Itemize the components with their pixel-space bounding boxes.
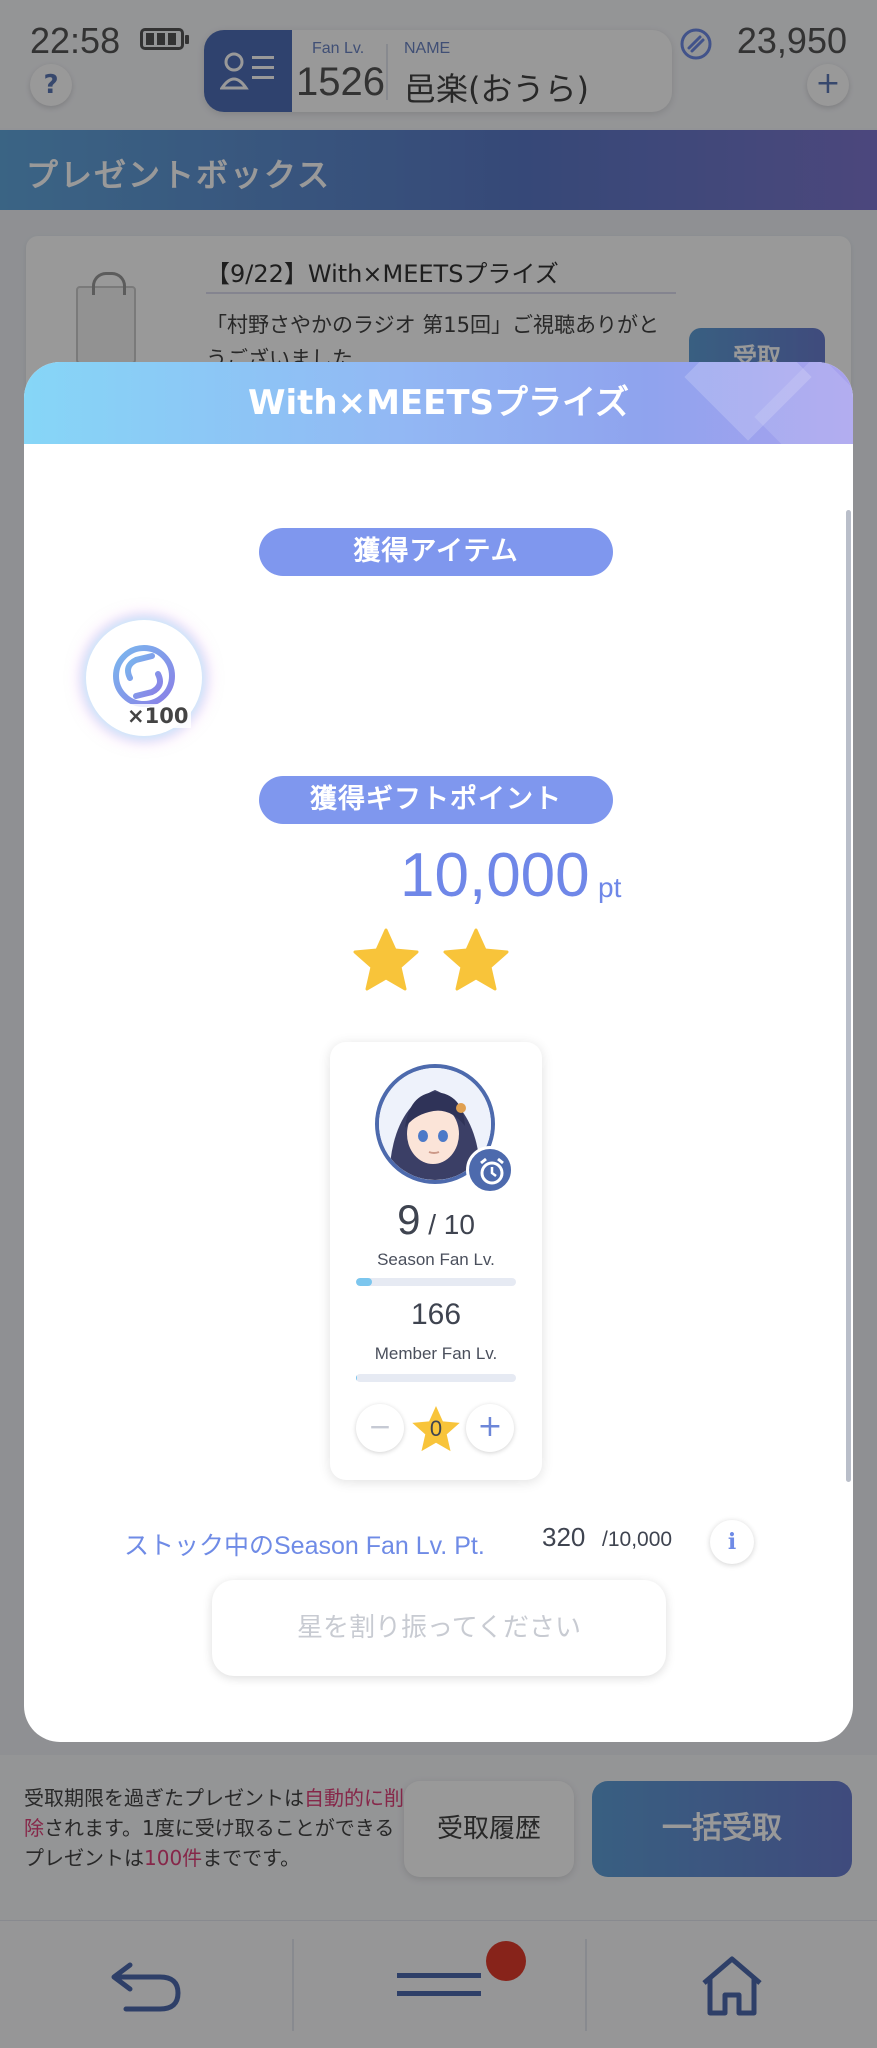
season-progress-fill <box>356 1278 372 1286</box>
season-fan-level: 9 / 10 <box>330 1196 542 1244</box>
season-level-max: 10 <box>443 1209 475 1240</box>
stock-points-value: 320 <box>542 1522 586 1552</box>
member-card: 9 / 10 Season Fan Lv. 166 Member Fan Lv.… <box>330 1042 542 1480</box>
reward-quantity: ×100 <box>124 704 192 728</box>
coin-icon <box>113 645 175 707</box>
gift-points-unit: pt <box>598 872 622 903</box>
member-progress-fill <box>356 1374 357 1382</box>
modal-scrollbar[interactable] <box>846 510 851 1482</box>
modal-header: With×MEETSプライズ <box>24 362 853 444</box>
decrease-star-button[interactable]: − <box>356 1404 404 1452</box>
gift-points-value: 10,000 <box>400 841 590 910</box>
season-level-current: 9 <box>397 1196 421 1243</box>
modal-title: With×MEETSプライズ <box>247 383 630 423</box>
star-icon <box>443 928 509 991</box>
stock-points-max: /10,000 <box>602 1528 673 1551</box>
info-button[interactable]: i <box>710 1520 754 1564</box>
stock-points-label: ストック中のSeason Fan Lv. Pt. <box>124 1532 485 1560</box>
member-fan-level-label: Member Fan Lv. <box>374 1344 498 1363</box>
season-level-separator: / <box>420 1209 444 1240</box>
assigned-star-count: 0 <box>410 1404 462 1454</box>
acquired-items-label: 獲得アイテム <box>259 528 613 576</box>
season-fan-level-label: Season Fan Lv. <box>377 1250 495 1269</box>
season-progress-bar <box>356 1278 516 1286</box>
assigned-star-value: 0 <box>429 1416 443 1441</box>
assign-stars-button[interactable]: 星を割り振ってください <box>212 1580 666 1676</box>
prize-modal: With×MEETSプライズ 獲得アイテム ×100 獲得ギフトポイント 10,… <box>24 362 853 1742</box>
gift-points-label: 獲得ギフトポイント <box>259 776 613 824</box>
star-icon <box>353 928 419 991</box>
member-fan-level: 166 <box>410 1298 462 1331</box>
increase-star-button[interactable]: + <box>466 1404 514 1452</box>
alarm-clock-icon <box>466 1146 514 1194</box>
member-progress-bar <box>356 1374 516 1382</box>
